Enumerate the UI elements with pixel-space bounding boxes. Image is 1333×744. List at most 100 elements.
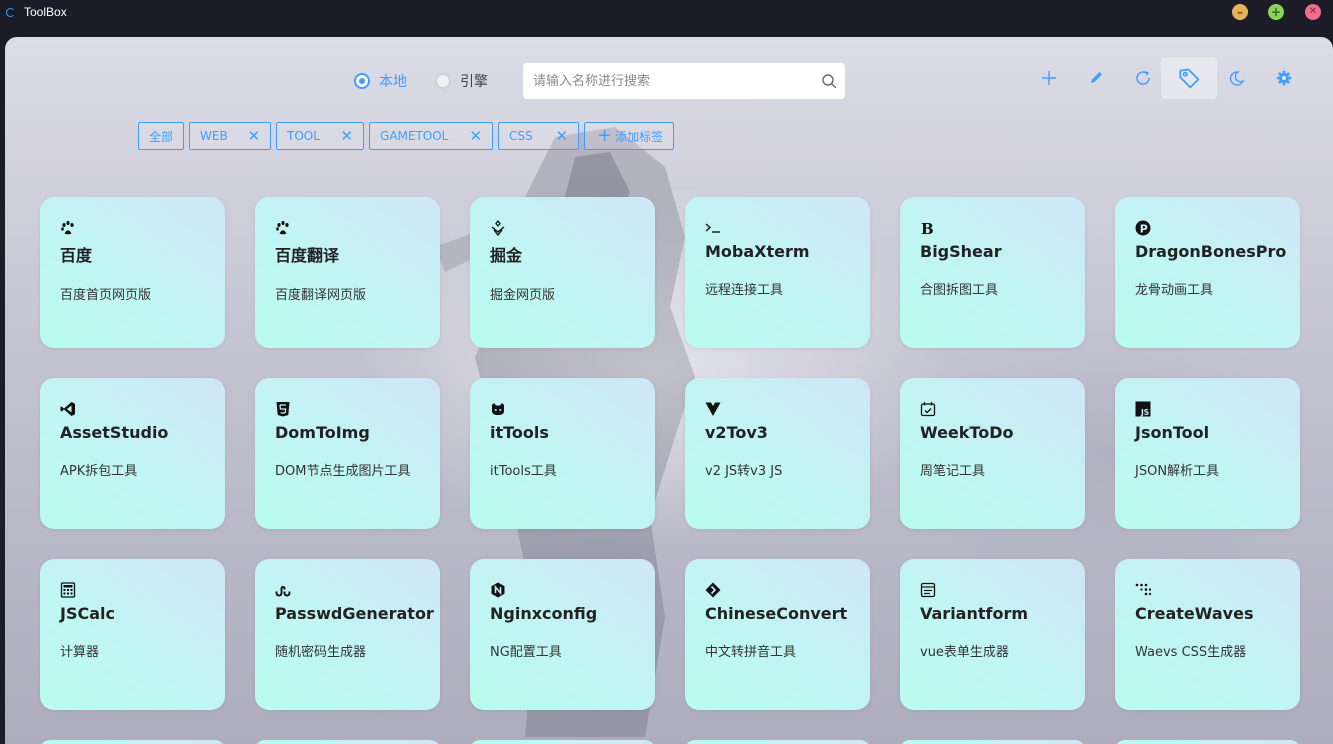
tool-card-peek (1115, 740, 1300, 744)
tool-name: MobaXterm (705, 242, 810, 261)
close-icon[interactable]: ✕ (340, 128, 353, 144)
github-cat-icon (490, 401, 506, 417)
svg-text:JS: JS (1140, 408, 1149, 417)
tool-card[interactable]: PasswdGenerator 随机密码生成器 (255, 559, 440, 710)
p-circle-icon: P (1135, 220, 1151, 236)
main-content: 本地 引擎 全部 WEB ✕ TOOL ✕ GAMETOOL ✕ CSS ✕ +添加标签 (5, 37, 1333, 744)
radio-engine-label: 引擎 (460, 74, 488, 90)
tool-name: 百度翻译 (275, 246, 340, 265)
tool-desc: 周笔记工具 (920, 464, 986, 479)
close-icon[interactable]: ✕ (555, 128, 568, 144)
tool-card[interactable]: DomToImg DOM节点生成图片工具 (255, 378, 440, 529)
add-tag-button[interactable]: + 添加标签 (584, 122, 675, 150)
tool-desc: v2 JS转v3 JS (705, 464, 783, 479)
tag-tool[interactable]: TOOL ✕ (276, 122, 365, 150)
vue-icon (705, 401, 721, 417)
tool-desc: 百度翻译网页版 (275, 288, 367, 303)
tool-desc: 龙骨动画工具 (1135, 283, 1214, 298)
tool-card-peek (470, 740, 655, 744)
tool-card-peek (900, 740, 1085, 744)
tool-desc: JSON解析工具 (1135, 464, 1220, 479)
add-tag-label: 添加标签 (615, 129, 664, 144)
tool-desc: 随机密码生成器 (275, 645, 367, 660)
tool-card[interactable]: v2Tov3 v2 JS转v3 JS (685, 378, 870, 529)
tag-label: TOOL (287, 129, 320, 143)
stumbleupon-icon (275, 582, 291, 598)
tool-card[interactable]: WeekToDo 周笔记工具 (900, 378, 1085, 529)
tag-web[interactable]: WEB ✕ (189, 122, 272, 150)
tool-desc: Waevs CSS生成器 (1135, 645, 1247, 660)
tool-card[interactable]: 百度 百度首页网页版 (40, 197, 225, 348)
tool-desc: 合图拆图工具 (920, 283, 999, 298)
svg-text:B: B (921, 220, 934, 236)
close-icon[interactable]: ✕ (247, 128, 260, 144)
tool-name: v2Tov3 (705, 423, 768, 442)
tool-card[interactable]: ChineseConvert 中文转拼音工具 (685, 559, 870, 710)
tool-desc: 掘金网页版 (490, 288, 556, 303)
pencil-icon (1091, 72, 1102, 83)
nginx-icon (490, 582, 506, 598)
js-icon: JS (1135, 401, 1151, 417)
minimize-button[interactable]: – (1232, 4, 1248, 20)
tool-name: ChineseConvert (705, 604, 848, 623)
tool-card[interactable]: AssetStudio APK拆包工具 (40, 378, 225, 529)
window-title: ToolBox (24, 5, 67, 19)
tool-name: 百度 (60, 246, 93, 265)
radio-engine[interactable]: 引擎 (435, 69, 488, 93)
tool-card[interactable]: B BigShear 合图拆图工具 (900, 197, 1085, 348)
tool-desc: APK拆包工具 (60, 464, 138, 479)
html5-icon (275, 401, 291, 417)
diamond-arrow-icon (705, 582, 721, 598)
tag-label: WEB (200, 129, 228, 143)
radio-engine-indicator (435, 73, 451, 89)
tag-label: GAMETOOL (380, 129, 449, 143)
calculator-icon (60, 582, 76, 598)
tool-card[interactable]: 百度翻译 百度翻译网页版 (255, 197, 440, 348)
tool-desc: vue表单生成器 (920, 645, 1009, 660)
tool-name: DomToImg (275, 423, 370, 442)
tool-card[interactable]: CreateWaves Waevs CSS生成器 (1115, 559, 1300, 710)
tool-card[interactable]: P DragonBonesPro 龙骨动画工具 (1115, 197, 1300, 348)
dots-icon (1135, 582, 1151, 598)
tool-card[interactable]: Variantform vue表单生成器 (900, 559, 1085, 710)
tool-card[interactable]: MobaXterm 远程连接工具 (685, 197, 870, 348)
tag-css[interactable]: CSS ✕ (498, 122, 580, 150)
settings-button[interactable] (1256, 57, 1312, 99)
tool-card[interactable]: JSCalc 计算器 (40, 559, 225, 710)
tool-card[interactable]: itTools itTools工具 (470, 378, 655, 529)
tool-desc: DOM节点生成图片工具 (275, 464, 411, 479)
tool-name: PasswdGenerator (275, 604, 434, 623)
vscode-icon (60, 401, 76, 417)
search-box (523, 63, 845, 99)
tag-gametool[interactable]: GAMETOOL ✕ (369, 122, 494, 150)
tool-card[interactable]: Nginxconfig NG配置工具 (470, 559, 655, 710)
paw-icon (60, 220, 76, 236)
tag-label: 全部 (149, 129, 174, 144)
paw-icon (275, 220, 291, 236)
tool-card[interactable]: JS JsonTool JSON解析工具 (1115, 378, 1300, 529)
svg-text:P: P (1140, 223, 1148, 236)
gear-icon (1276, 70, 1292, 86)
tool-card-peek (255, 740, 440, 744)
tool-name: Nginxconfig (490, 604, 598, 623)
search-input[interactable] (533, 63, 813, 99)
close-icon[interactable]: ✕ (469, 128, 482, 144)
tool-card[interactable]: 掘金 掘金网页版 (470, 197, 655, 348)
refresh-icon (1136, 71, 1150, 85)
tool-name: Variantform (920, 604, 1029, 623)
tag-all[interactable]: 全部 (138, 122, 185, 150)
tool-desc: 远程连接工具 (705, 283, 784, 298)
tool-desc: 百度首页网页版 (60, 288, 152, 303)
radio-local[interactable]: 本地 (354, 69, 407, 93)
tool-name: JSCalc (60, 604, 115, 623)
close-button[interactable]: ✕ (1305, 4, 1321, 20)
search-icon[interactable] (821, 73, 837, 89)
form-icon (920, 582, 936, 598)
tool-name: CreateWaves (1135, 604, 1254, 623)
terminal-icon (705, 220, 721, 236)
tool-name: itTools (490, 423, 549, 442)
app-logo-icon (6, 8, 15, 17)
tool-card-peek (40, 740, 225, 744)
maximize-button[interactable]: + (1268, 4, 1284, 20)
juejin-icon (490, 220, 506, 236)
